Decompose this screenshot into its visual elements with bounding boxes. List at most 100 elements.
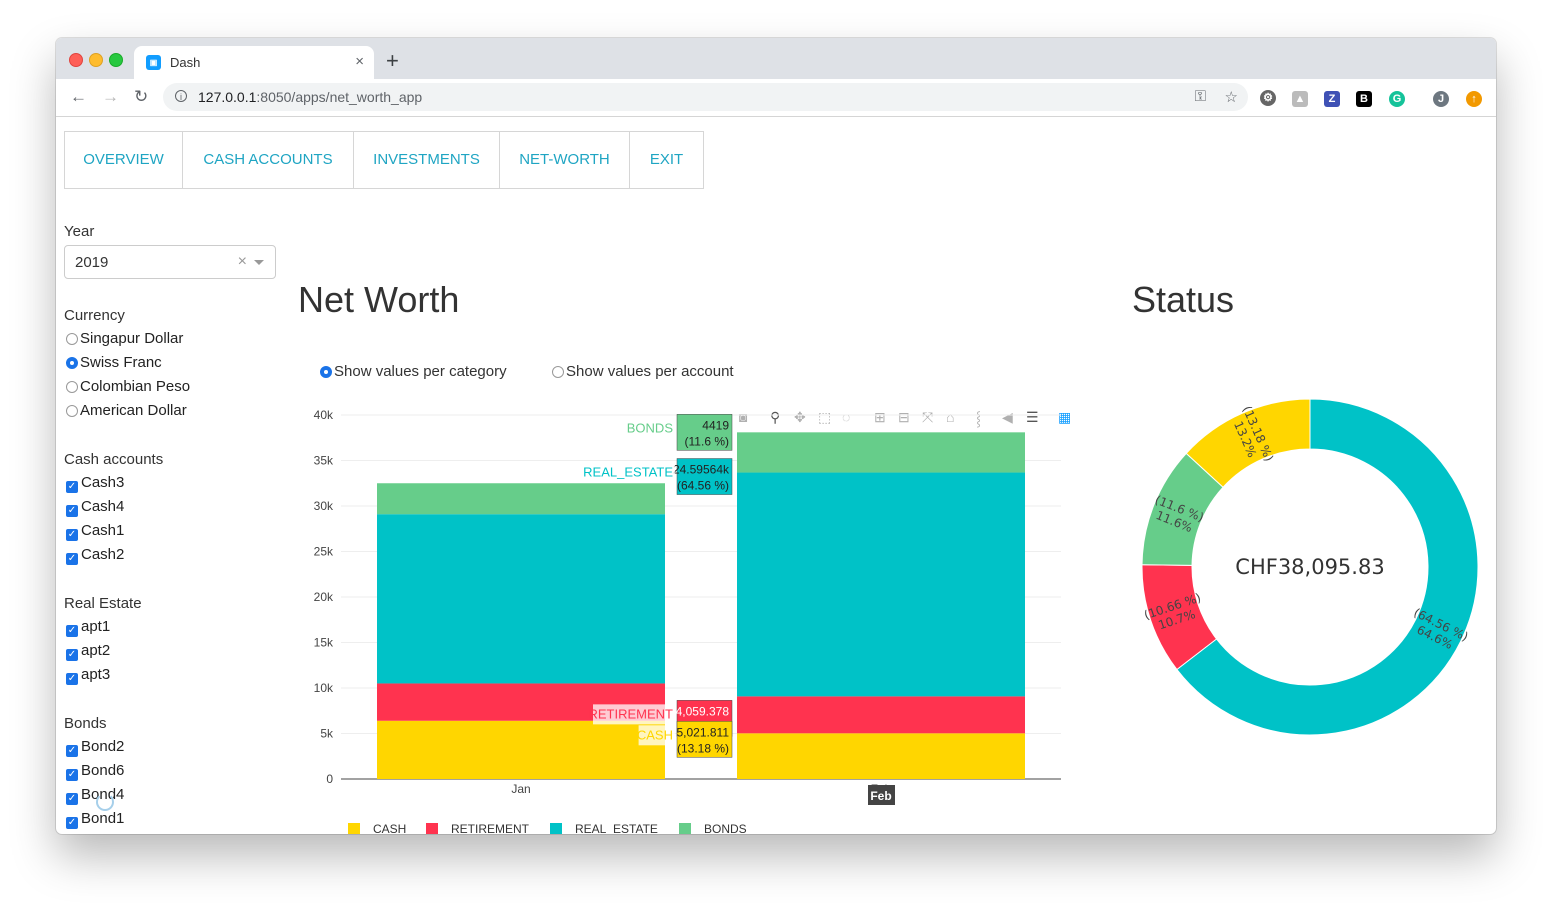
y-tick-label: 40k [314,408,334,422]
minimize-window-button[interactable] [89,53,103,67]
real-estate-checkbox[interactable]: ✓ apt1 [64,617,110,637]
checkbox-icon[interactable]: ✓ [66,817,78,829]
browser-tab[interactable]: ▣ Dash × [134,46,374,79]
y-tick-label: 0 [326,772,333,786]
profile-avatar[interactable]: J [1433,91,1449,107]
year-label: Year [64,223,95,240]
grammarly-icon[interactable]: G [1389,91,1405,107]
tab-cash-accounts[interactable]: CASH ACCOUNTS [182,131,354,189]
legend-label[interactable]: CASH [373,822,406,834]
checkbox-icon[interactable]: ✓ [66,673,78,685]
legend-label[interactable]: BONDS [704,822,747,834]
y-tick-label: 30k [314,499,334,513]
currency-label: Currency [64,307,125,324]
bar-cash-feb[interactable] [737,733,1025,779]
currency-option[interactable]: American Dollar [64,401,187,421]
checkbox-icon[interactable]: ✓ [66,769,78,781]
cash-account-checkbox[interactable]: ✓ Cash1 [64,521,124,541]
bar-real_estate-jan[interactable] [377,514,665,684]
legend-label[interactable]: RETIREMENT [451,822,530,834]
x-tick-label: Jan [511,782,530,796]
hover-tooltip-value: 5,021.811 [677,725,730,739]
url-text: 127.0.0.1:8050/apps/net_worth_app [198,89,423,105]
currency-option[interactable]: Singapur Dollar [64,329,183,349]
key-icon[interactable]: ⚿ [1195,88,1206,105]
b-extension-icon[interactable]: B [1356,91,1372,107]
tab-investments[interactable]: INVESTMENTS [353,131,500,189]
bond-checkbox[interactable]: ✓ Bond1 [64,809,124,829]
bond-checkbox[interactable]: ✓ Bond2 [64,737,124,757]
chevron-down-icon[interactable] [254,260,264,265]
real-estate-checkbox[interactable]: ✓ apt3 [64,665,110,685]
star-icon[interactable]: ☆ [1225,88,1238,106]
currency-option[interactable]: Colombian Peso [64,377,190,397]
checkbox-icon[interactable]: ✓ [66,529,78,541]
radio-selected-icon[interactable] [320,366,332,378]
radio-icon[interactable] [66,333,78,345]
cash-account-checkbox[interactable]: ✓ Cash4 [64,497,124,517]
legend-swatch[interactable] [550,823,562,834]
hover-series-name: BONDS [627,420,674,435]
close-window-button[interactable] [69,53,83,67]
net-worth-bar-chart: 0 5k 10k 15k 20k 25k 30k 35k 40k Jan Feb 4419 (11.6 … [314,408,1061,834]
reload-button[interactable]: ↻ [134,87,148,107]
checkbox-icon[interactable]: ✓ [66,505,78,517]
bond-checkbox[interactable]: ✓ Bond6 [64,761,124,781]
checkbox-icon[interactable]: ✓ [66,793,78,805]
real-estate-checkbox[interactable]: ✓ apt2 [64,641,110,661]
y-tick-label: 35k [314,454,334,468]
checkbox-icon[interactable]: ✓ [66,625,78,637]
legend-swatch[interactable] [426,823,438,834]
hover-tooltip-value: 24.59564k [673,463,730,477]
bar-bonds-jan[interactable] [377,483,665,515]
clear-icon[interactable]: × [238,253,247,271]
tab-net-worth[interactable]: NET-WORTH [499,131,630,189]
hover-series-name: REAL_ESTATE [583,465,673,480]
nav-tabs: OVERVIEW CASH ACCOUNTS INVESTMENTS NET-W… [64,131,704,189]
page-content: OVERVIEW CASH ACCOUNTS INVESTMENTS NET-W… [56,117,1496,834]
drive-icon[interactable]: ▲ [1292,91,1308,107]
radio-selected-icon[interactable] [66,357,78,369]
dash-favicon-icon: ▣ [146,55,161,70]
currency-option[interactable]: Swiss Franc [64,353,162,373]
tab-close-icon[interactable]: × [355,53,364,70]
cash-account-checkbox[interactable]: ✓ Cash3 [64,473,124,493]
bar-bonds-feb[interactable] [737,432,1025,473]
radio-icon[interactable] [552,366,564,378]
legend-swatch[interactable] [679,823,691,834]
year-dropdown[interactable]: 2019 × [64,245,276,279]
tab-title: Dash [170,55,201,70]
bar-real_estate-feb[interactable] [737,472,1025,697]
bond-checkbox[interactable]: ✓ Bond4 [64,785,124,805]
bar-retirement-feb[interactable] [737,696,1025,734]
legend-label[interactable]: REAL_ESTATE [575,822,658,834]
y-tick-label: 15k [314,636,334,650]
bar-cash-jan[interactable] [377,720,665,779]
new-tab-button[interactable]: + [386,48,399,74]
checkbox-icon[interactable]: ✓ [66,553,78,565]
checkbox-icon[interactable]: ✓ [66,745,78,757]
radio-icon[interactable] [66,405,78,417]
puzzle-icon[interactable]: ⚙ [1260,90,1276,106]
hover-tooltip-value: 4419 [702,418,729,432]
address-bar[interactable]: i 127.0.0.1:8050/apps/net_worth_app ⚿ ☆ [163,83,1248,111]
info-icon[interactable]: i [175,90,187,102]
view-option-category[interactable]: Show values per category [318,363,507,380]
view-option-account[interactable]: Show values per account [550,363,734,380]
back-button[interactable]: ← [70,87,87,107]
update-icon[interactable]: ↑ [1466,91,1482,107]
bonds-label: Bonds [64,715,107,732]
radio-icon[interactable] [66,381,78,393]
tab-exit[interactable]: EXIT [629,131,704,189]
y-tick-label: 25k [314,545,334,559]
forward-button[interactable]: → [102,87,119,107]
hover-tooltip-value: 4,059.378 [676,704,730,718]
hover-tooltip-percent: (64.56 %) [677,479,729,493]
checkbox-icon[interactable]: ✓ [66,481,78,493]
cash-account-checkbox[interactable]: ✓ Cash2 [64,545,124,565]
checkbox-icon[interactable]: ✓ [66,649,78,661]
legend-swatch[interactable] [348,823,360,834]
z-extension-icon[interactable]: Z [1324,91,1340,107]
maximize-window-button[interactable] [109,53,123,67]
tab-overview[interactable]: OVERVIEW [64,131,183,189]
